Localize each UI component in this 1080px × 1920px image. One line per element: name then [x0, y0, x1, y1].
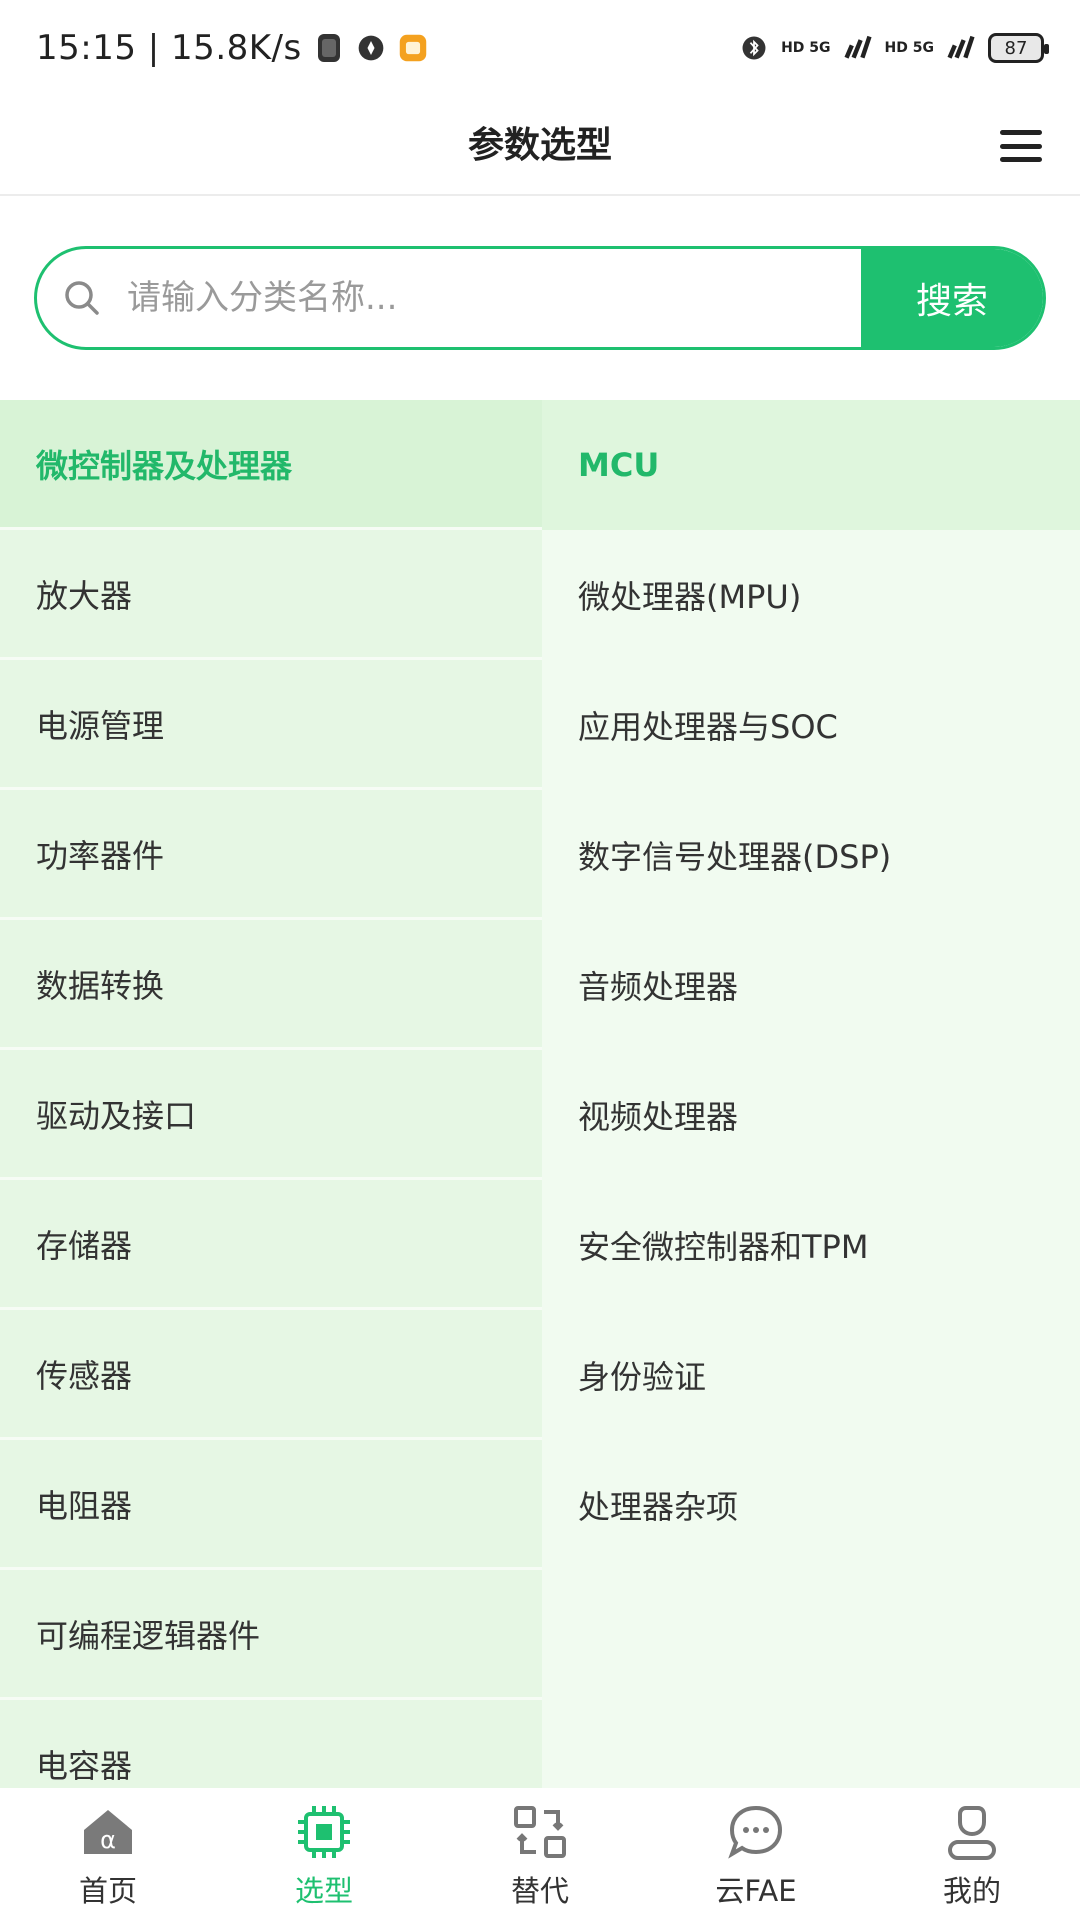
chat-bubble-icon	[728, 1805, 783, 1859]
primary-category-item[interactable]: 可编程逻辑器件	[0, 1570, 542, 1700]
search-input[interactable]	[127, 249, 861, 347]
menu-line	[1000, 143, 1042, 149]
battery-level: 87	[1004, 37, 1028, 59]
secondary-category-item[interactable]: MCU	[542, 400, 1080, 530]
signal-bars-2-icon	[947, 35, 975, 59]
bluetooth-icon	[742, 36, 766, 60]
search-button[interactable]: 搜索	[861, 249, 1043, 347]
secondary-category-item[interactable]: 身份验证	[542, 1310, 1080, 1440]
primary-category-item-label: 数据转换	[36, 966, 165, 1005]
svg-text:α: α	[100, 1826, 116, 1854]
chip-icon	[298, 1806, 350, 1858]
secondary-category-item[interactable]: 视频处理器	[542, 1050, 1080, 1180]
status-left: 15:15 | 15.8K/s	[36, 28, 428, 68]
secondary-category-item-label: 应用处理器与SOC	[578, 708, 838, 746]
secondary-category-item[interactable]: 处理器杂项	[542, 1440, 1080, 1570]
primary-category-item-label: 放大器	[36, 576, 133, 615]
primary-category-item-label: 存储器	[36, 1226, 133, 1265]
nav-selection[interactable]: 选型	[216, 1788, 432, 1920]
nav-cloud-fae-label: 云FAE	[715, 1874, 797, 1908]
secondary-category-item[interactable]: 应用处理器与SOC	[542, 660, 1080, 790]
secondary-category-item-label: 微处理器(MPU)	[578, 578, 802, 616]
search-box: 搜索	[34, 246, 1046, 350]
user-icon	[948, 1806, 996, 1860]
primary-category-item-label: 功率器件	[36, 836, 165, 875]
secondary-category-item[interactable]: 微处理器(MPU)	[542, 530, 1080, 660]
secondary-category-item[interactable]: 音频处理器	[542, 920, 1080, 1050]
status-time: 15:15 | 15.8K/s	[36, 28, 302, 68]
primary-category-item[interactable]: 传感器	[0, 1310, 542, 1440]
primary-category-list: 微控制器及处理器 放大器电源管理功率器件数据转换驱动及接口存储器传感器电阻器可编程…	[0, 400, 542, 1788]
nav-replace[interactable]: 替代	[432, 1788, 648, 1920]
app-screen: 15:15 | 15.8K/s HD 5G HD 5G 87 参数选型 请输入分…	[0, 0, 1080, 1920]
primary-category-item[interactable]: 放大器	[0, 530, 542, 660]
primary-category-item[interactable]: 电阻器	[0, 1440, 542, 1570]
signal-1-label: HD 5G	[781, 40, 831, 56]
primary-category-item-label: 电源管理	[36, 706, 165, 745]
secondary-category-item-label: 数字信号处理器(DSP)	[578, 838, 892, 876]
primary-category-item[interactable]: 存储器	[0, 1180, 542, 1310]
app-notification-icon	[399, 34, 426, 62]
primary-category-item-label: 微控制器及处理器	[36, 446, 293, 485]
primary-category-item-label: 传感器	[36, 1356, 133, 1395]
nav-selection-label: 选型	[294, 1874, 353, 1908]
primary-category-item[interactable]: 微控制器及处理器	[0, 400, 542, 530]
bottom-nav: α 首页 选型 替代 云FAE 我的	[0, 1788, 1080, 1920]
menu-line	[1000, 157, 1042, 162]
primary-category-item[interactable]: 电源管理	[0, 660, 542, 790]
primary-category-item[interactable]: 功率器件	[0, 790, 542, 920]
home-icon: α	[84, 1810, 132, 1854]
secondary-category-item-label: 处理器杂项	[578, 1488, 739, 1526]
page-title: 参数选型	[467, 125, 612, 166]
secondary-category-item-label: 音频处理器	[578, 968, 739, 1006]
signal-2-label: HD 5G	[884, 40, 934, 56]
search-bar: 搜索	[34, 246, 1046, 350]
battery-indicator: 87	[988, 33, 1049, 63]
secondary-category-list: MCU 微处理器(MPU) 应用处理器与SOC 数字信号处理器(DSP) 音频处理器视频…	[542, 400, 1080, 1788]
watch-icon	[317, 34, 340, 62]
nav-home-label: 首页	[78, 1874, 137, 1908]
primary-category-item[interactable]: 数据转换	[0, 920, 542, 1050]
search-icon	[37, 249, 127, 347]
primary-category-item[interactable]: 电容器	[0, 1700, 542, 1788]
nav-mine-label: 我的	[942, 1874, 1001, 1908]
primary-category-item-label: 驱动及接口	[36, 1096, 197, 1135]
secondary-category-item-label: MCU	[578, 446, 660, 484]
signal-bars-1-icon	[844, 35, 872, 59]
category-panel: 微控制器及处理器 放大器电源管理功率器件数据转换驱动及接口存储器传感器电阻器可编程…	[0, 400, 1080, 1788]
nav-replace-label: 替代	[510, 1874, 569, 1908]
hamburger-menu-icon[interactable]	[1000, 122, 1042, 170]
primary-category-item[interactable]: 驱动及接口	[0, 1050, 542, 1180]
secondary-category-item[interactable]: 安全微控制器和TPM	[542, 1180, 1080, 1310]
nav-home[interactable]: α 首页	[0, 1788, 216, 1920]
primary-category-item-label: 电容器	[36, 1746, 133, 1785]
secondary-category-item[interactable]: 数字信号处理器(DSP)	[542, 790, 1080, 920]
secondary-category-item-label: 视频处理器	[578, 1098, 739, 1136]
secondary-category-item-label: 身份验证	[578, 1358, 707, 1396]
status-right: HD 5G HD 5G 87	[739, 31, 1049, 65]
secondary-category-item-label: 安全微控制器和TPM	[578, 1228, 869, 1266]
menu-line	[1000, 130, 1042, 135]
swap-icon	[514, 1806, 566, 1858]
primary-category-item-label: 电阻器	[36, 1486, 133, 1525]
app-header: 参数选型	[0, 96, 1080, 196]
nav-cloud-fae[interactable]: 云FAE	[648, 1788, 864, 1920]
nav-mine[interactable]: 我的	[864, 1788, 1080, 1920]
primary-category-item-label: 可编程逻辑器件	[36, 1616, 261, 1655]
status-bar: 15:15 | 15.8K/s HD 5G HD 5G 87	[0, 0, 1080, 96]
compass-icon	[358, 35, 384, 61]
